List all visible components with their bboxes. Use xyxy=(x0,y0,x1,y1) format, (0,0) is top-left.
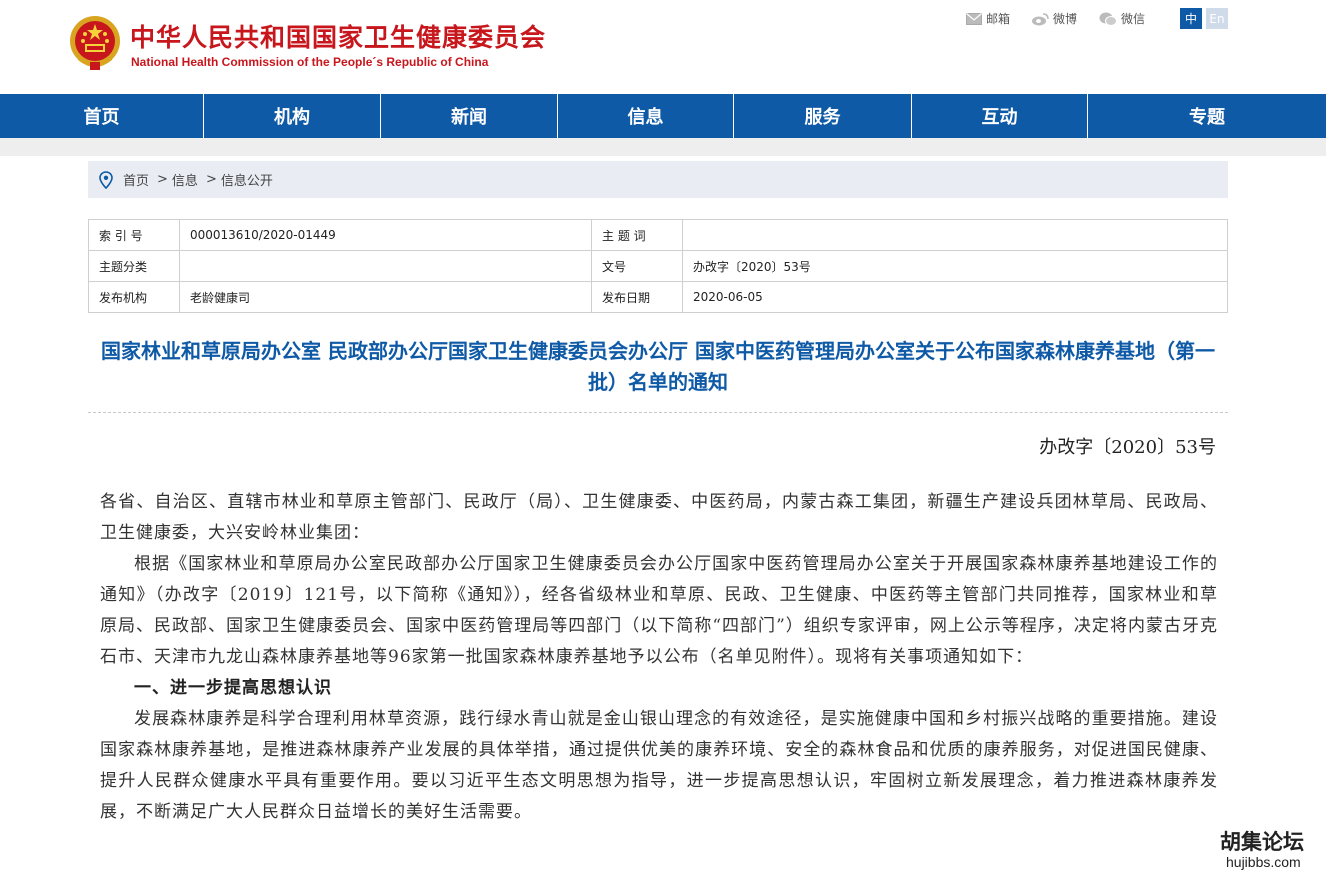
wechat-link[interactable]: 微信 xyxy=(1099,10,1145,27)
addressee-paragraph: 各省、自治区、直辖市林业和草原主管部门、民政厅（局）、卫生健康委、中医药局，内蒙… xyxy=(100,492,1218,543)
index-value: 000013610/2020-01449 xyxy=(179,219,592,251)
breadcrumb-separator: > xyxy=(157,172,168,187)
document-title: 国家林业和草原局办公室 民政部办公厅国家卫生健康委员会办公厅 国家中医药管理局办… xyxy=(101,339,1215,394)
date-value: 2020-06-05 xyxy=(682,281,1228,313)
nav-item-home[interactable]: 首页 xyxy=(0,94,204,138)
org-value: 老龄健康司 xyxy=(179,281,592,313)
nav-shadow xyxy=(0,138,1326,156)
lang-en-button[interactable]: En xyxy=(1206,8,1228,29)
nav-item-org[interactable]: 机构 xyxy=(204,94,381,138)
org-label: 发布机构 xyxy=(88,281,180,313)
breadcrumb-separator: > xyxy=(205,172,217,187)
mail-link[interactable]: 邮箱 xyxy=(966,10,1010,27)
keywords-label: 主 题 词 xyxy=(591,219,683,251)
category-label: 主题分类 xyxy=(88,250,180,282)
site-title: 中华人民共和国国家卫生健康委员会 xyxy=(130,23,547,52)
site-subtitle: National Health Commission of the People… xyxy=(131,55,489,69)
docno-value: 办改字〔2020〕53号 xyxy=(682,250,1228,282)
lang-zh-button[interactable]: 中 xyxy=(1180,8,1202,29)
table-row: 主题分类 文号 办改字〔2020〕53号 xyxy=(88,250,1228,282)
table-row: 索 引 号 000013610/2020-01449 主 题 词 xyxy=(88,219,1228,251)
mail-label: 邮箱 xyxy=(986,12,1011,26)
breadcrumb-info[interactable]: 信息 xyxy=(172,170,198,189)
breadcrumb: 首页 > 信息 > 信息公开 xyxy=(88,161,1228,198)
docno-label: 文号 xyxy=(591,250,683,282)
document-body: 各省、自治区、直辖市林业和草原主管部门、民政厅（局）、卫生健康委、中医药局，内蒙… xyxy=(100,487,1218,828)
main-nav: 首页 机构 新闻 信息 服务 互动 专题 xyxy=(0,94,1326,138)
section-heading: 一、进一步提高思想认识 xyxy=(134,678,332,698)
body-paragraph: 根据《国家林业和草原局办公室民政部办公厅国家卫生健康委员会办公厅国家中医药管理局… xyxy=(100,554,1218,667)
weibo-label: 微博 xyxy=(1053,12,1078,26)
category-value xyxy=(179,250,592,282)
table-row: 发布机构 老龄健康司 发布日期 2020-06-05 xyxy=(88,281,1228,313)
top-links: 邮箱 微博 微信 xyxy=(966,10,1167,27)
weibo-link[interactable]: 微博 xyxy=(1032,10,1077,27)
breadcrumb-home[interactable]: 首页 xyxy=(123,170,149,189)
wechat-icon xyxy=(1099,12,1118,26)
watermark-cn: 胡集论坛 xyxy=(1220,830,1304,854)
wechat-label: 微信 xyxy=(1121,12,1146,26)
index-label: 索 引 号 xyxy=(88,219,180,251)
document-meta-table: 索 引 号 000013610/2020-01449 主 题 词 主题分类 文号… xyxy=(88,219,1228,313)
weibo-icon xyxy=(1032,12,1049,25)
title-divider xyxy=(88,412,1228,413)
document-number: 办改字〔2020〕53号 xyxy=(1039,437,1216,458)
forum-watermark: 胡集论坛 hujibbs.com xyxy=(1212,824,1322,878)
breadcrumb-info-public[interactable]: 信息公开 xyxy=(221,170,273,189)
site-header: 中华人民共和国国家卫生健康委员会 National Health Commiss… xyxy=(0,0,1326,94)
nav-item-interact[interactable]: 互动 xyxy=(912,94,1088,138)
national-emblem-icon[interactable] xyxy=(68,14,122,72)
nav-item-news[interactable]: 新闻 xyxy=(381,94,558,138)
mail-icon xyxy=(966,12,982,25)
nav-item-service[interactable]: 服务 xyxy=(734,94,912,138)
keywords-value xyxy=(682,219,1228,251)
body-paragraph: 发展森林康养是科学合理利用林草资源，践行绿水青山就是金山银山理念的有效途径，是实… xyxy=(100,709,1218,822)
date-label: 发布日期 xyxy=(591,281,683,313)
nav-item-topics[interactable]: 专题 xyxy=(1088,94,1326,138)
nav-item-info[interactable]: 信息 xyxy=(558,94,734,138)
watermark-en: hujibbs.com xyxy=(1226,854,1301,870)
location-pin-icon xyxy=(99,170,113,189)
